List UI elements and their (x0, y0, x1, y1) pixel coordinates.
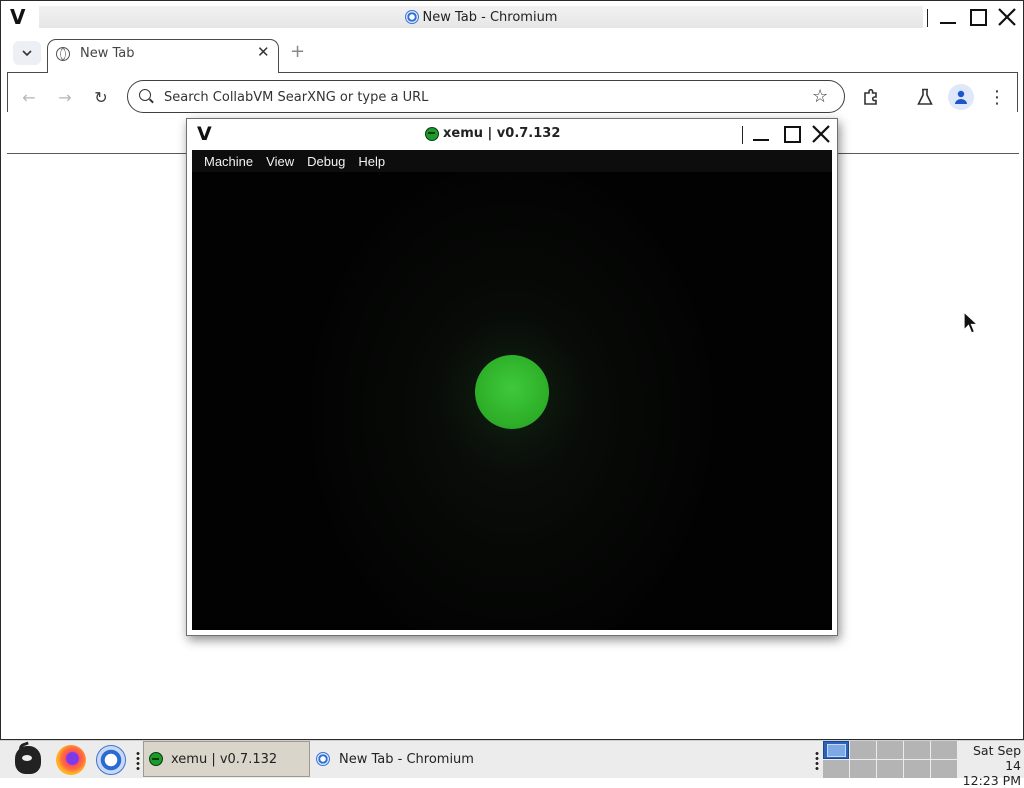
menu-help[interactable]: Help (352, 154, 392, 169)
workspace-10[interactable] (931, 760, 957, 778)
back-button[interactable]: ← (17, 85, 41, 109)
tab-close-icon[interactable]: ✕ (257, 43, 270, 61)
tab-strip: New Tab ✕ + (1, 33, 1023, 112)
tab-new-tab[interactable]: New Tab ✕ (47, 39, 279, 73)
forward-button[interactable]: → (53, 85, 77, 109)
window-title-text: New Tab - Chromium (422, 9, 558, 25)
boot-orb (475, 355, 549, 429)
firefox-launcher[interactable] (55, 744, 87, 776)
firefox-icon (56, 745, 86, 775)
taskbar: xemu | v0.7.132 New Tab - Chromium Sat S… (0, 740, 1024, 788)
maximize-button[interactable] (781, 123, 803, 145)
chromium-icon (96, 745, 126, 775)
clock[interactable]: Sat Sep 14 12:23 PM (955, 743, 1021, 788)
window-title-text: xemu | v0.7.132 (443, 126, 561, 141)
xemu-menubar: Machine View Debug Help (192, 150, 832, 172)
workspace-2[interactable] (850, 741, 876, 759)
workspace-7[interactable] (850, 760, 876, 778)
grip-handle[interactable] (136, 751, 140, 771)
minimize-button[interactable] (937, 6, 959, 28)
window-title: xemu | v0.7.132 (425, 126, 560, 141)
omnibox-input[interactable] (164, 87, 804, 107)
tab-title: New Tab (80, 46, 135, 61)
minimize-button[interactable] (750, 123, 772, 145)
app-menu-button[interactable] (12, 744, 44, 776)
close-icon (998, 8, 1016, 26)
search-icon (139, 89, 151, 101)
menu-machine[interactable]: Machine (198, 154, 260, 169)
workspace-9[interactable] (904, 760, 930, 778)
chromium-launcher[interactable] (95, 744, 127, 776)
workspace-pager (823, 741, 957, 778)
wm-logo-icon[interactable]: V (197, 123, 212, 145)
new-tab-button[interactable]: + (290, 41, 305, 62)
close-button[interactable] (810, 123, 832, 145)
grip-handle[interactable] (815, 751, 819, 771)
maximize-icon (969, 8, 987, 26)
gnu-icon (15, 746, 41, 774)
clock-date: Sat Sep 14 (972, 743, 1021, 773)
xemu-icon (425, 126, 439, 141)
profile-icon (955, 90, 967, 104)
workspace-5[interactable] (931, 741, 957, 759)
minimize-icon (753, 139, 769, 141)
task-label: xemu | v0.7.132 (171, 751, 278, 767)
tab-search-button[interactable] (13, 41, 41, 65)
minimize-icon (940, 22, 956, 24)
workspace-6[interactable] (823, 760, 849, 778)
extensions-button[interactable] (859, 85, 883, 109)
flask-icon (917, 88, 933, 105)
reload-button[interactable]: ↻ (89, 85, 113, 109)
menu-debug[interactable]: Debug (301, 154, 352, 169)
xemu-titlebar[interactable]: V xemu | v0.7.132 (187, 119, 837, 150)
window-title: New Tab - Chromium (39, 6, 923, 28)
close-icon (812, 125, 830, 143)
kebab-menu-icon[interactable]: ⋮ (985, 85, 1009, 109)
xemu-icon (149, 752, 163, 766)
maximize-button[interactable] (967, 6, 989, 28)
bookmark-star-icon[interactable]: ☆ (812, 86, 828, 107)
wm-logo-icon[interactable]: V (10, 5, 25, 29)
task-button-xemu[interactable]: xemu | v0.7.132 (143, 741, 310, 777)
xemu-window: V xemu | v0.7.132 Machine View Debug Hel… (186, 118, 838, 636)
emulator-screen[interactable] (192, 172, 832, 630)
workspace-8[interactable] (877, 760, 903, 778)
task-label: New Tab - Chromium (339, 751, 474, 767)
chromium-titlebar[interactable]: V New Tab - Chromium (1, 1, 1023, 33)
omnibox[interactable]: ☆ (127, 80, 845, 113)
clock-time: 12:23 PM (962, 773, 1021, 788)
workspace-1[interactable] (823, 741, 849, 759)
titlebar-separator (742, 126, 743, 144)
profile-button[interactable] (948, 84, 974, 110)
close-button[interactable] (996, 6, 1018, 28)
globe-icon (56, 47, 70, 61)
chromium-icon (404, 10, 419, 24)
mouse-pointer-icon (963, 311, 979, 334)
chromium-icon (316, 752, 330, 766)
workspace-3[interactable] (877, 741, 903, 759)
tab-search-icon (22, 49, 32, 56)
task-button-chromium[interactable]: New Tab - Chromium (314, 741, 514, 777)
menu-view[interactable]: View (260, 154, 301, 169)
titlebar-separator (927, 9, 928, 27)
labs-button[interactable] (913, 85, 937, 109)
browser-toolbar: ← → ↻ ☆ ⋮ (1, 73, 1023, 119)
workspace-4[interactable] (904, 741, 930, 759)
puzzle-icon (864, 88, 877, 105)
maximize-icon (783, 125, 801, 143)
